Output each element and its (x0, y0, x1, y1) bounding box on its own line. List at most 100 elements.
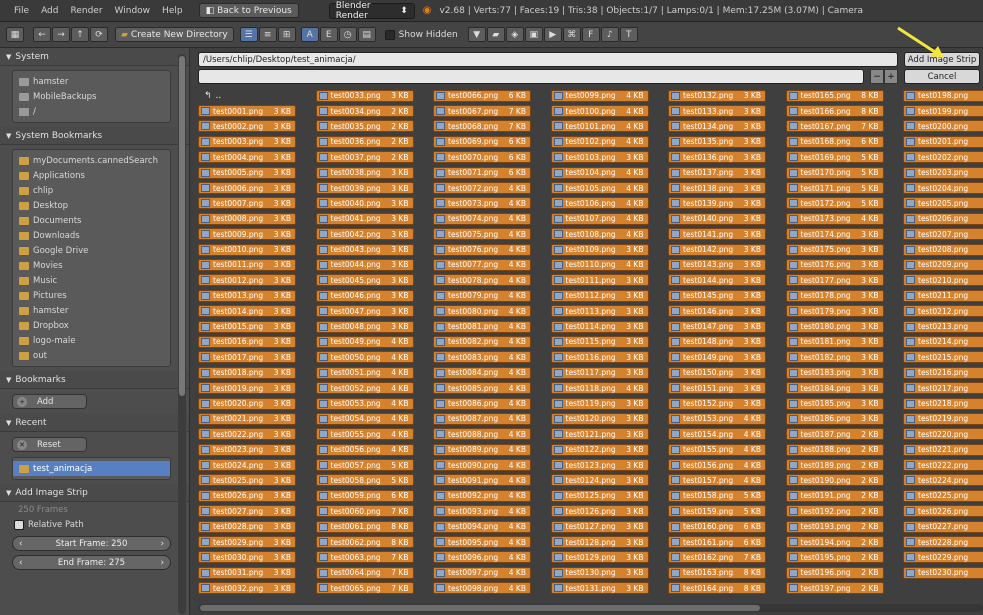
file-pill[interactable]: test0090.png 4 KB (433, 459, 531, 472)
file-entry[interactable]: test0008.png 3 KB (198, 211, 308, 226)
file-entry[interactable]: test0226.png1 (903, 504, 983, 519)
file-pill[interactable]: test0052.png 4 KB (315, 382, 414, 395)
file-pill[interactable]: test0099.png 4 KB (550, 89, 649, 102)
file-pill[interactable]: test0138.png 3 KB (668, 182, 766, 195)
file-pill[interactable]: test0228.png1 (903, 536, 983, 549)
file-entry[interactable]: test0161.png 6 KB (668, 534, 778, 549)
file-entry[interactable]: test0210.png1 (903, 273, 983, 288)
file-entry[interactable]: test0122.png 3 KB (550, 442, 661, 457)
file-entry[interactable]: test0204.png1 (903, 180, 983, 195)
file-entry[interactable]: test0015.png 3 KB (198, 319, 308, 334)
file-entry[interactable]: test0110.png 4 KB (550, 257, 661, 272)
file-pill[interactable]: test0158.png 5 KB (668, 489, 766, 502)
file-entry[interactable]: test0106.png 4 KB (550, 196, 661, 211)
file-entry[interactable]: test0002.png 3 KB (198, 119, 308, 134)
file-entry[interactable]: test0124.png 3 KB (550, 473, 661, 488)
reset-recent-button[interactable]: ✕ Reset (12, 437, 87, 452)
file-pill[interactable]: test0126.png 3 KB (550, 505, 649, 518)
file-entry[interactable]: test0179.png 3 KB (785, 303, 896, 318)
file-pill[interactable]: test0163.png 8 KB (668, 566, 766, 579)
file-entry[interactable]: test0058.png 5 KB (315, 473, 426, 488)
file-pill[interactable]: test0011.png 3 KB (198, 258, 296, 271)
file-entry[interactable]: test0052.png 4 KB (315, 380, 426, 395)
file-entry[interactable]: test0062.png 8 KB (315, 534, 426, 549)
sidebar-item[interactable]: hamster (13, 74, 170, 89)
file-entry[interactable]: test0045.png 3 KB (315, 273, 426, 288)
file-entry[interactable]: test0138.png 3 KB (668, 180, 778, 195)
file-entry[interactable]: test0071.png 6 KB (433, 165, 543, 180)
file-pill[interactable]: test0054.png 4 KB (315, 412, 414, 425)
file-pill[interactable]: test0202.png1 (903, 151, 983, 164)
filename-field[interactable] (198, 69, 864, 84)
file-pill[interactable]: test0216.png1 (903, 366, 983, 379)
file-entry[interactable]: test0038.png 3 KB (315, 165, 426, 180)
file-pill[interactable]: test0174.png 3 KB (785, 228, 884, 241)
file-entry[interactable]: test0104.png 4 KB (550, 165, 661, 180)
display-long-list-icon[interactable]: ≡ (258, 27, 277, 42)
filter-text-icon[interactable]: T (619, 27, 638, 42)
file-pill[interactable]: test0068.png 7 KB (433, 120, 531, 133)
file-entry[interactable]: test0178.png 3 KB (785, 288, 896, 303)
file-entry[interactable]: test0010.png 3 KB (198, 242, 308, 257)
file-entry[interactable]: test0096.png 4 KB (433, 550, 543, 565)
file-entry[interactable]: test0046.png 3 KB (315, 288, 426, 303)
file-pill[interactable]: test0072.png 4 KB (433, 182, 531, 195)
file-pill[interactable]: test0022.png 3 KB (198, 428, 296, 441)
file-entry[interactable]: test0187.png 2 KB (785, 427, 896, 442)
file-entry[interactable]: test0086.png 4 KB (433, 396, 543, 411)
file-pill[interactable]: test0039.png 3 KB (315, 182, 414, 195)
file-pill[interactable]: test0060.png 7 KB (315, 505, 414, 518)
file-entry[interactable]: test0183.png 3 KB (785, 365, 896, 380)
file-pill[interactable]: test0211.png1 (903, 289, 983, 302)
sidebar-item[interactable]: Dropbox (13, 318, 170, 333)
sidebar-item[interactable]: myDocuments.cannedSearch (13, 153, 170, 168)
file-pill[interactable]: test0115.png 3 KB (550, 335, 649, 348)
recent-panel-header[interactable]: ▼ Recent (0, 414, 189, 432)
file-entry[interactable]: test0056.png 4 KB (315, 442, 426, 457)
file-entry[interactable]: test0077.png 4 KB (433, 257, 543, 272)
file-pill[interactable]: test0078.png 4 KB (433, 274, 531, 287)
filter-folders-icon[interactable]: ▰ (486, 27, 505, 42)
file-entry[interactable]: test0092.png 4 KB (433, 488, 543, 503)
file-entry[interactable]: test0146.png 3 KB (668, 303, 778, 318)
file-pill[interactable]: test0175.png 3 KB (785, 243, 884, 256)
file-entry[interactable]: test0090.png 4 KB (433, 457, 543, 472)
file-entry[interactable]: test0084.png 4 KB (433, 365, 543, 380)
file-entry[interactable]: test0091.png 4 KB (433, 473, 543, 488)
file-entry[interactable]: test0051.png 4 KB (315, 365, 426, 380)
file-entry[interactable]: test0098.png 4 KB (433, 581, 543, 596)
file-pill[interactable]: test0038.png 3 KB (315, 166, 414, 179)
file-entry[interactable]: test0172.png 5 KB (785, 196, 896, 211)
file-pill[interactable]: test0074.png 4 KB (433, 212, 531, 225)
file-entry[interactable]: test0150.png 3 KB (668, 365, 778, 380)
file-pill[interactable]: test0026.png 3 KB (198, 489, 296, 502)
file-entry[interactable]: test0219.png1 (903, 411, 983, 426)
sidebar-item[interactable]: Movies (13, 258, 170, 273)
file-pill[interactable]: test0182.png 3 KB (785, 351, 884, 364)
render-engine-select[interactable]: Blender Render ⬍ (328, 1, 415, 21)
back-to-previous-button[interactable]: ◧ Back to Previous (198, 3, 299, 18)
file-entry[interactable]: test0128.png 3 KB (550, 534, 661, 549)
file-entry[interactable]: test0017.png 3 KB (198, 350, 308, 365)
file-pill[interactable]: test0208.png2 (903, 243, 983, 256)
file-entry[interactable]: test0031.png 3 KB (198, 565, 308, 580)
file-pill[interactable]: test0124.png 3 KB (550, 474, 649, 487)
file-pill[interactable]: test0070.png 6 KB (433, 151, 531, 164)
file-entry[interactable]: test0136.png 3 KB (668, 150, 778, 165)
file-pill[interactable]: test0041.png 3 KB (315, 212, 414, 225)
filter-icon[interactable]: ▼ (467, 27, 486, 42)
file-pill[interactable]: test0034.png 2 KB (315, 105, 414, 118)
file-pill[interactable]: test0118.png 4 KB (550, 382, 649, 395)
file-pill[interactable]: test0004.png 3 KB (198, 151, 296, 164)
file-pill[interactable]: test0183.png 3 KB (785, 366, 884, 379)
file-entry[interactable]: test0023.png 3 KB (198, 442, 308, 457)
file-entry[interactable]: test0026.png 3 KB (198, 488, 308, 503)
file-entry[interactable]: test0048.png 3 KB (315, 319, 426, 334)
file-pill[interactable]: test0057.png 5 KB (315, 459, 414, 472)
file-pill[interactable]: test0045.png 3 KB (315, 274, 414, 287)
file-entry[interactable]: test0218.png1 (903, 396, 983, 411)
file-pill[interactable]: test0191.png 2 KB (785, 489, 884, 502)
file-entry[interactable]: test0070.png 6 KB (433, 150, 543, 165)
file-pill[interactable]: test0036.png 2 KB (315, 135, 414, 148)
file-list-scrollbar-thumb[interactable] (200, 605, 760, 611)
